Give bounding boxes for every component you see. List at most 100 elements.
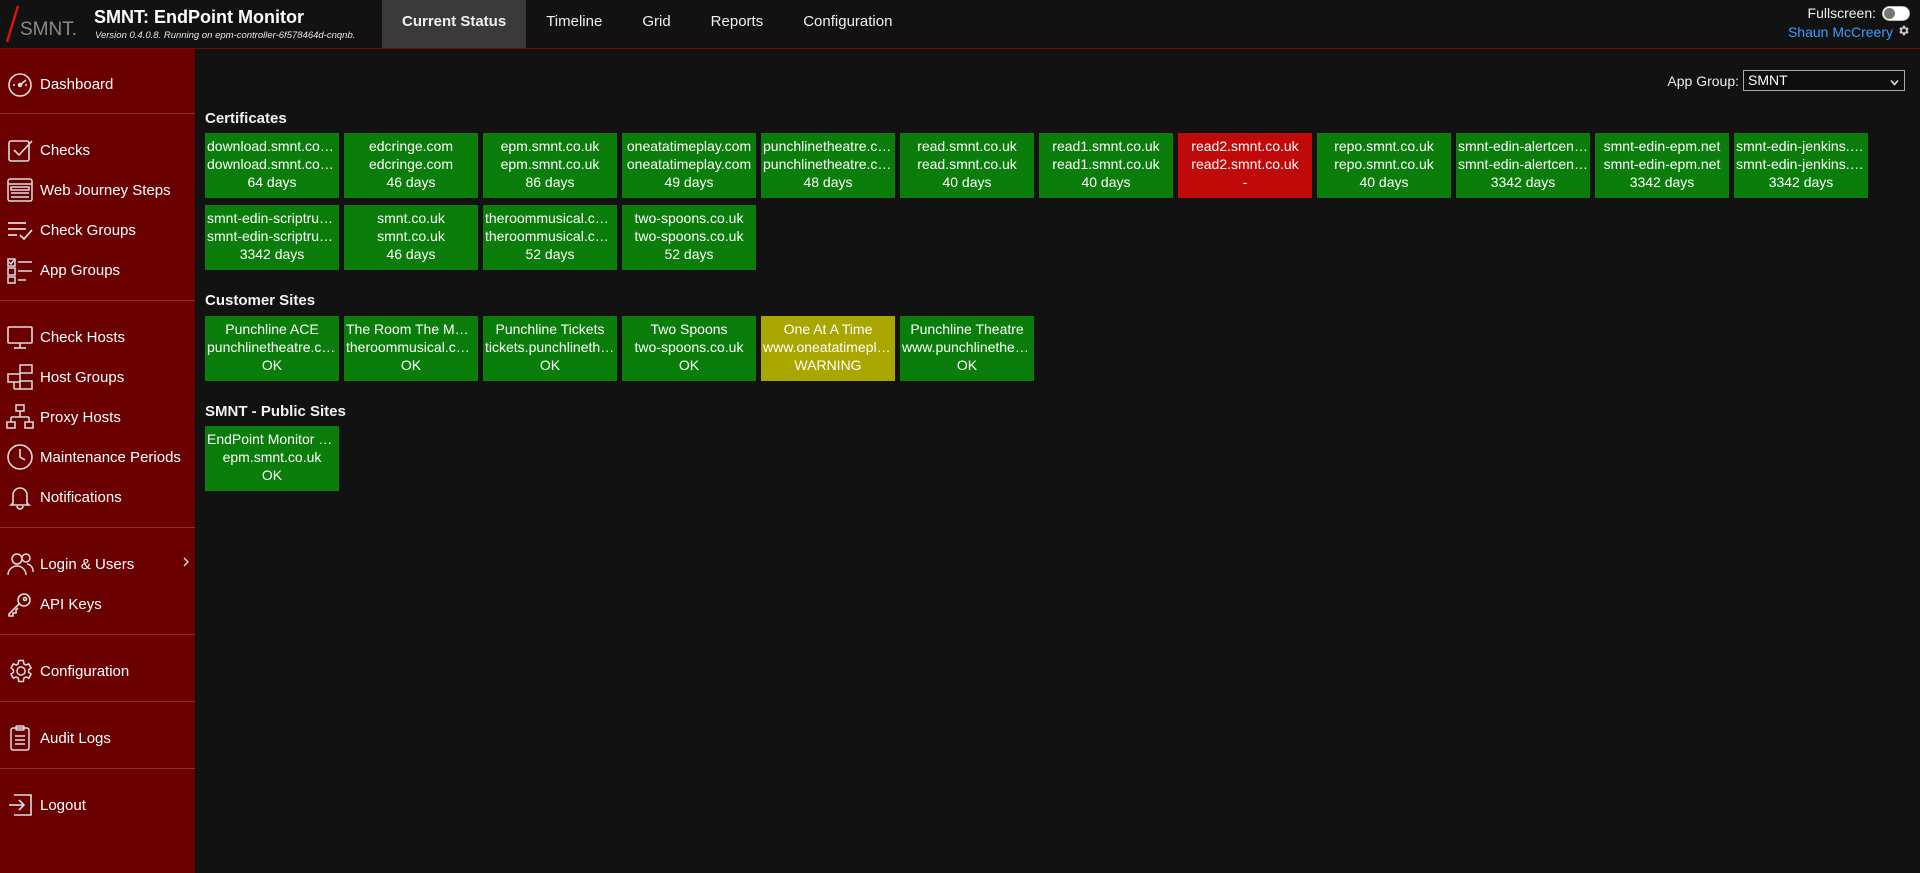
status-tile[interactable]: The Room The Musical theroommusical.co.uk… — [344, 316, 478, 381]
tile-name: Punchline ACE — [225, 321, 319, 337]
tile-status: 40 days — [1081, 174, 1131, 190]
sidebar-divider — [0, 300, 195, 301]
tile-host: repo.smnt.co.uk — [1334, 156, 1434, 172]
smnt-logo[interactable]: SMNT. — [4, 4, 80, 44]
tile-status: OK — [261, 357, 283, 373]
sidebar-item-label: Dashboard — [40, 75, 114, 93]
status-tile[interactable]: epm.smnt.co.uk epm.smnt.co.uk 86 days — [483, 133, 617, 198]
clipboard-icon — [5, 723, 35, 753]
sidebar-divider — [0, 527, 195, 528]
sidebar-item-check-hosts[interactable]: Check Hosts — [0, 320, 195, 354]
sidebar-item-host-groups[interactable]: Host Groups — [0, 360, 195, 394]
main-tabs: Current Status Timeline Grid Reports Con… — [382, 0, 912, 48]
tile-status: 3342 days — [239, 246, 305, 262]
sidebar-divider — [0, 701, 195, 702]
sidebar-item-check-groups[interactable]: Check Groups — [0, 213, 195, 247]
tile-name: read2.smnt.co.uk — [1191, 138, 1299, 154]
section-title-certificates: Certificates — [205, 110, 287, 127]
logout-icon — [5, 790, 35, 820]
tile-name: smnt-edin-jenkins.net — [1736, 138, 1868, 154]
svg-text:SMNT.: SMNT. — [20, 19, 77, 40]
tile-host: smnt-edin-epm.net — [1603, 156, 1721, 172]
tile-status: 64 days — [247, 174, 297, 190]
status-tile[interactable]: punchlinetheatre.co.uk punchlinetheatre.c… — [761, 133, 895, 198]
sidebar-item-configuration[interactable]: Configuration — [0, 654, 195, 688]
sidebar-item-web-journey-steps[interactable]: Web Journey Steps — [0, 173, 195, 207]
user-gear-icon[interactable] — [1897, 24, 1910, 40]
user-name-link[interactable]: Shaun McCreery — [1788, 24, 1893, 40]
sidebar-divider — [0, 634, 195, 635]
tile-status: WARNING — [794, 357, 862, 373]
status-tile[interactable]: EndPoint Monitor Site epm.smnt.co.uk OK — [205, 426, 339, 491]
tile-status: 46 days — [386, 246, 436, 262]
sidebar-item-proxy-hosts[interactable]: Proxy Hosts — [0, 400, 195, 434]
sidebar-item-checks[interactable]: Checks — [0, 133, 195, 167]
chevron-right-icon[interactable] — [181, 555, 191, 574]
status-tile[interactable]: edcringe.com edcringe.com 46 days — [344, 133, 478, 198]
status-tile[interactable]: two-spoons.co.uk two-spoons.co.uk 52 days — [622, 205, 756, 270]
network-icon — [5, 402, 35, 432]
app-group-select[interactable]: SMNT — [1743, 70, 1905, 91]
tile-host: oneatatimeplay.com — [626, 156, 752, 172]
status-tile[interactable]: repo.smnt.co.uk repo.smnt.co.uk 40 days — [1317, 133, 1451, 198]
sidebar-item-dashboard[interactable]: Dashboard — [0, 67, 195, 101]
status-tile[interactable]: smnt-edin-alertcentre smnt-edin-alertcent… — [1456, 133, 1590, 198]
sidebar-item-maintenance-periods[interactable]: Maintenance Periods — [0, 440, 195, 474]
tile-status: OK — [261, 467, 283, 483]
tile-status: OK — [956, 357, 978, 373]
status-tile[interactable]: smnt-edin-jenkins.net smnt-edin-jenkins.n… — [1734, 133, 1868, 198]
sidebar-item-logout[interactable]: Logout — [0, 788, 195, 822]
dashboard-icon — [5, 69, 35, 99]
app-group-filter: App Group: SMNT — [1667, 70, 1905, 91]
status-tile[interactable]: oneatatimeplay.com oneatatimeplay.com 49 d… — [622, 133, 756, 198]
tile-host: theroommusical.co.uk — [485, 228, 617, 244]
users-icon — [5, 549, 35, 579]
sidebar-divider — [0, 113, 195, 114]
status-tile[interactable]: smnt-edin-epm.net smnt-edin-epm.net 3342 d… — [1595, 133, 1729, 198]
sidebar-item-api-keys[interactable]: API Keys — [0, 587, 195, 621]
sidebar-item-audit-logs[interactable]: Audit Logs — [0, 721, 195, 755]
status-tile[interactable]: read1.smnt.co.uk read1.smnt.co.uk 40 days — [1039, 133, 1173, 198]
status-tile[interactable]: Two Spoons two-spoons.co.uk OK — [622, 316, 756, 381]
web-journey-icon — [5, 175, 35, 205]
sidebar-item-notifications[interactable]: Notifications — [0, 480, 195, 514]
tile-status: 49 days — [664, 174, 714, 190]
tile-name: punchlinetheatre.co.uk — [763, 138, 895, 154]
sidebar-item-label: Login & Users — [40, 555, 135, 573]
tile-host: www.punchlinetheatre.co.uk — [902, 339, 1034, 355]
sidebar-item-app-groups[interactable]: App Groups — [0, 253, 195, 287]
app-version: Version 0.4.0.8. Running on epm-controll… — [95, 30, 356, 41]
status-tile[interactable]: read2.smnt.co.uk read2.smnt.co.uk - — [1178, 133, 1312, 198]
tab-grid[interactable]: Grid — [622, 0, 690, 48]
status-tile[interactable]: One At A Time www.oneatatimeplay.com WARNI… — [761, 316, 895, 381]
tile-status: 86 days — [525, 174, 575, 190]
tab-timeline[interactable]: Timeline — [526, 0, 622, 48]
section-title-customer-sites: Customer Sites — [205, 292, 316, 309]
tile-status: 52 days — [664, 246, 714, 262]
tile-host: smnt-edin-alertcentre — [1458, 156, 1590, 172]
tile-name: repo.smnt.co.uk — [1334, 138, 1434, 154]
status-tile[interactable]: download.smnt.co.uk download.smnt.co.uk 64… — [205, 133, 339, 198]
sidebar-item-login-users[interactable]: Login & Users — [0, 547, 195, 581]
status-tile[interactable]: smnt-edin-scriptrunner smnt-edin-scriptru… — [205, 205, 339, 270]
status-tile[interactable]: smnt.co.uk smnt.co.uk 46 days — [344, 205, 478, 270]
tile-host: epm.smnt.co.uk — [500, 156, 600, 172]
status-tile[interactable]: Punchline ACE punchlinetheatre.co.uk OK — [205, 316, 339, 381]
tile-host: two-spoons.co.uk — [634, 228, 744, 244]
status-tile[interactable]: Punchline Tickets tickets.punchlinetheatr… — [483, 316, 617, 381]
sidebar-item-label: Check Hosts — [40, 328, 126, 346]
status-tile[interactable]: theroommusical.co.uk theroommusical.co.uk… — [483, 205, 617, 270]
sidebar-item-label: Configuration — [40, 662, 130, 680]
status-tile[interactable]: read.smnt.co.uk read.smnt.co.uk 40 days — [900, 133, 1034, 198]
sidebar-item-label: Notifications — [40, 488, 122, 506]
tab-current-status[interactable]: Current Status — [382, 0, 527, 48]
monitor-icon — [5, 322, 35, 352]
tab-reports[interactable]: Reports — [691, 0, 784, 48]
tile-host: theroommusical.co.uk — [346, 339, 478, 355]
gear-icon — [5, 656, 35, 686]
status-tile[interactable]: Punchline Theatre www.punchlinetheatre.co… — [900, 316, 1034, 381]
fullscreen-toggle[interactable] — [1882, 5, 1910, 21]
key-icon — [5, 589, 35, 619]
tab-configuration[interactable]: Configuration — [783, 0, 912, 48]
tile-name: Punchline Tickets — [495, 321, 605, 337]
